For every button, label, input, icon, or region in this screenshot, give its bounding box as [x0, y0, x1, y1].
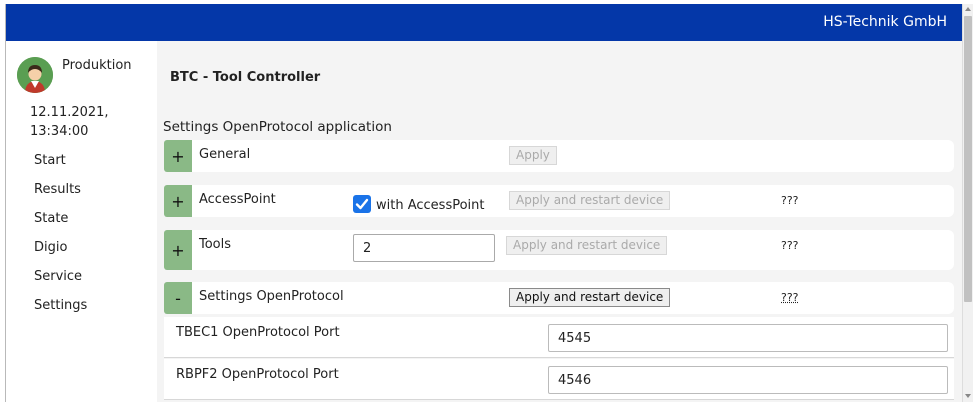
nav-item-service[interactable]: Service: [34, 267, 87, 296]
panel-label-general: General: [199, 147, 251, 162]
port-row-rbpf2: RBPF2 OpenProtocol Port: [164, 359, 954, 400]
sidebar: Produktion 12.11.2021, 13:34:00 Start Re…: [6, 41, 157, 402]
nav-item-results[interactable]: Results: [34, 180, 87, 209]
brand-name: HS-Technik GmbH: [823, 14, 947, 30]
page-title: BTC - Tool Controller: [170, 70, 321, 85]
tools-count-input[interactable]: [353, 234, 495, 262]
port-label-rbpf2: RBPF2 OpenProtocol Port: [176, 367, 339, 382]
port-label-tbec1: TBEC1 OpenProtocol Port: [176, 325, 340, 340]
user-name: Produktion: [62, 58, 132, 73]
panel-general: + General Apply: [164, 140, 954, 172]
sidebar-nav: Start Results State Digio Service Settin…: [34, 151, 87, 325]
date-time: 12.11.2021, 13:34:00: [30, 103, 109, 141]
expand-tools-button[interactable]: +: [164, 230, 192, 270]
panel-label-openprotocol: Settings OpenProtocol: [199, 289, 344, 304]
user-avatar-icon: [17, 57, 53, 93]
port-input-tbec1[interactable]: [548, 324, 948, 352]
expand-general-button[interactable]: +: [164, 140, 192, 172]
panel-settings-openprotocol: - Settings OpenProtocol Apply and restar…: [164, 282, 954, 314]
accesspoint-checkbox[interactable]: [353, 195, 371, 213]
panel-accesspoint: + AccessPoint with AccessPoint Apply and…: [164, 185, 954, 217]
apply-restart-tools-button[interactable]: Apply and restart device: [506, 236, 668, 255]
section-title: Settings OpenProtocol application: [163, 119, 392, 135]
nav-item-start[interactable]: Start: [34, 151, 87, 180]
collapse-openprotocol-button[interactable]: -: [164, 282, 192, 314]
apply-general-button[interactable]: Apply: [509, 146, 557, 165]
date-text: 12.11.2021,: [30, 105, 109, 120]
panel-label-tools: Tools: [199, 237, 232, 252]
top-bar: HS-Technik GmbH: [6, 4, 962, 41]
scroll-down-arrow-icon[interactable]: [965, 394, 971, 398]
nav-item-settings[interactable]: Settings: [34, 296, 87, 325]
checkmark-icon: [355, 198, 369, 210]
port-row-tbec1: TBEC1 OpenProtocol Port: [164, 317, 954, 358]
nav-item-state[interactable]: State: [34, 209, 87, 238]
time-text: 13:34:00: [30, 124, 89, 139]
apply-restart-accesspoint-button[interactable]: Apply and restart device: [509, 191, 671, 210]
help-openprotocol[interactable]: ???: [781, 291, 799, 304]
help-tools[interactable]: ???: [781, 239, 799, 252]
accesspoint-checkbox-label[interactable]: with AccessPoint: [376, 198, 485, 213]
scrollbar-thumb[interactable]: [964, 16, 972, 302]
avatar[interactable]: [17, 57, 53, 93]
help-accesspoint[interactable]: ???: [781, 194, 799, 207]
nav-item-digio[interactable]: Digio: [34, 238, 87, 267]
scroll-up-arrow-icon[interactable]: [965, 7, 971, 11]
panel-label-accesspoint: AccessPoint: [199, 192, 276, 207]
app-window: HS-Technik GmbH Produktion 12.11.2021, 1…: [5, 4, 962, 402]
vertical-scrollbar[interactable]: [962, 4, 973, 402]
port-input-rbpf2[interactable]: [548, 366, 948, 394]
panel-tools: + Tools Apply and restart device ???: [164, 230, 954, 270]
expand-accesspoint-button[interactable]: +: [164, 185, 192, 217]
apply-restart-openprotocol-button[interactable]: Apply and restart device: [509, 288, 671, 307]
main-content: BTC - Tool Controller Settings OpenProto…: [157, 41, 962, 402]
